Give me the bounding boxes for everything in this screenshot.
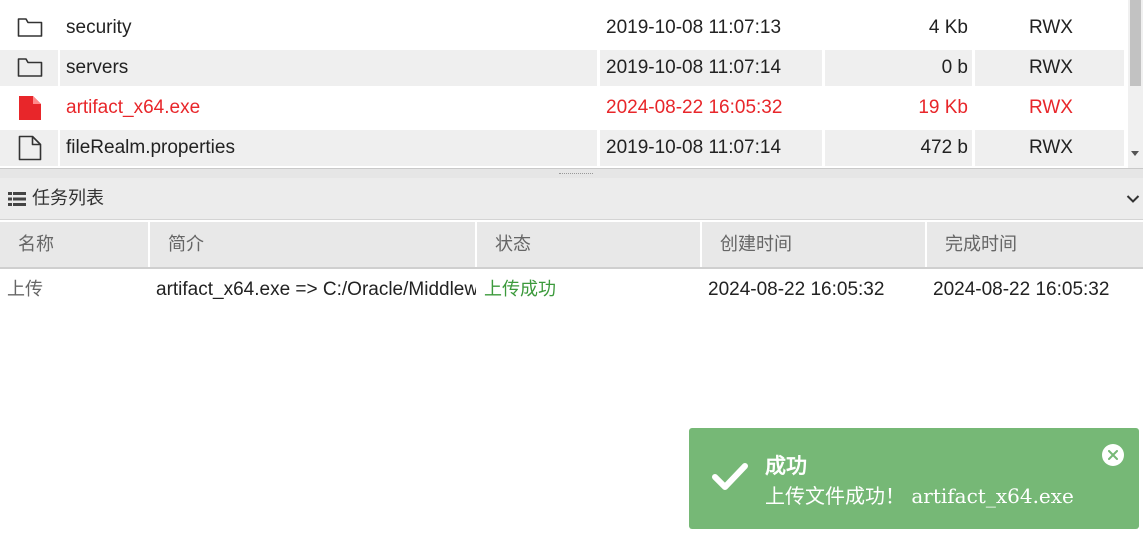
file-modified: 2019-10-08 11:07:14 bbox=[600, 130, 822, 166]
file-row[interactable]: fileRealm.properties 2019-10-08 11:07:14… bbox=[0, 130, 1124, 166]
close-icon[interactable] bbox=[1108, 450, 1118, 460]
column-header-status[interactable]: 状态 bbox=[477, 222, 702, 267]
file-icon-cell bbox=[0, 130, 58, 166]
column-header-finished-time[interactable]: 完成时间 bbox=[927, 222, 1143, 267]
file-size: 0 b bbox=[825, 50, 972, 86]
task-name: 上传 bbox=[7, 279, 43, 300]
task-status: 上传成功 bbox=[484, 279, 556, 300]
scroll-down-arrow-icon[interactable] bbox=[1131, 151, 1139, 156]
file-list-panel: security 2019-10-08 11:07:13 4 Kb RWX se… bbox=[0, 0, 1143, 168]
file-permissions: RWX bbox=[975, 50, 1124, 86]
task-finished-time: 2024-08-22 16:05:32 bbox=[933, 279, 1110, 300]
task-row[interactable]: 上传 artifact_x64.exe => C:/Oracle/Middlew… bbox=[0, 270, 1143, 310]
file-permissions: RWX bbox=[975, 10, 1124, 46]
file-icon-cell bbox=[0, 50, 58, 86]
scrollbar-thumb[interactable] bbox=[1130, 0, 1141, 86]
toast-title: 成功 bbox=[765, 453, 807, 478]
file-name[interactable]: security bbox=[60, 10, 597, 46]
toast-close-button[interactable] bbox=[1102, 444, 1124, 466]
file-row-highlighted[interactable]: artifact_x64.exe 2024-08-22 16:05:32 19 … bbox=[0, 90, 1124, 126]
success-toast: 成功 上传文件成功！ artifact_x64.exe bbox=[689, 428, 1139, 529]
task-created-time: 2024-08-22 16:05:32 bbox=[708, 279, 885, 300]
toast-message: 上传文件成功！ artifact_x64.exe bbox=[765, 484, 1074, 508]
file-icon-cell bbox=[0, 90, 58, 126]
file-modified: 2019-10-08 11:07:14 bbox=[600, 50, 822, 86]
file-permissions: RWX bbox=[975, 90, 1124, 126]
file-name[interactable]: artifact_x64.exe bbox=[60, 90, 597, 126]
panel-splitter[interactable] bbox=[0, 168, 1143, 178]
column-header-name[interactable]: 名称 bbox=[0, 222, 150, 267]
folder-icon bbox=[17, 58, 43, 77]
file-modified: 2024-08-22 16:05:32 bbox=[600, 90, 822, 126]
chevron-down-icon[interactable] bbox=[1126, 194, 1140, 204]
file-size: 4 Kb bbox=[825, 10, 972, 46]
file-size: 19 Kb bbox=[825, 90, 972, 126]
list-icon bbox=[8, 192, 26, 206]
file-permissions: RWX bbox=[975, 130, 1124, 166]
column-header-created-time[interactable]: 创建时间 bbox=[702, 222, 927, 267]
task-panel-header[interactable]: 任务列表 bbox=[0, 178, 1143, 220]
folder-icon bbox=[17, 18, 43, 37]
file-list-scrollbar[interactable] bbox=[1128, 0, 1143, 168]
splitter-grip[interactable] bbox=[559, 173, 593, 176]
file-icon bbox=[18, 135, 42, 161]
task-description: artifact_x64.exe => C:/Oracle/Middleware bbox=[156, 279, 476, 300]
file-modified: 2019-10-08 11:07:13 bbox=[600, 10, 822, 46]
file-name[interactable]: fileRealm.properties bbox=[60, 130, 597, 166]
file-size: 472 b bbox=[825, 130, 972, 166]
file-row[interactable]: security 2019-10-08 11:07:13 4 Kb RWX bbox=[0, 10, 1124, 46]
task-panel-title: 任务列表 bbox=[32, 188, 104, 209]
file-name[interactable]: servers bbox=[60, 50, 597, 86]
checkmark-icon bbox=[712, 463, 748, 490]
file-red-icon bbox=[19, 96, 41, 120]
file-icon-cell bbox=[0, 10, 58, 46]
task-table-header: 名称 简介 状态 创建时间 完成时间 bbox=[0, 222, 1143, 269]
file-row[interactable]: servers 2019-10-08 11:07:14 0 b RWX bbox=[0, 50, 1124, 86]
column-header-description[interactable]: 简介 bbox=[150, 222, 477, 267]
